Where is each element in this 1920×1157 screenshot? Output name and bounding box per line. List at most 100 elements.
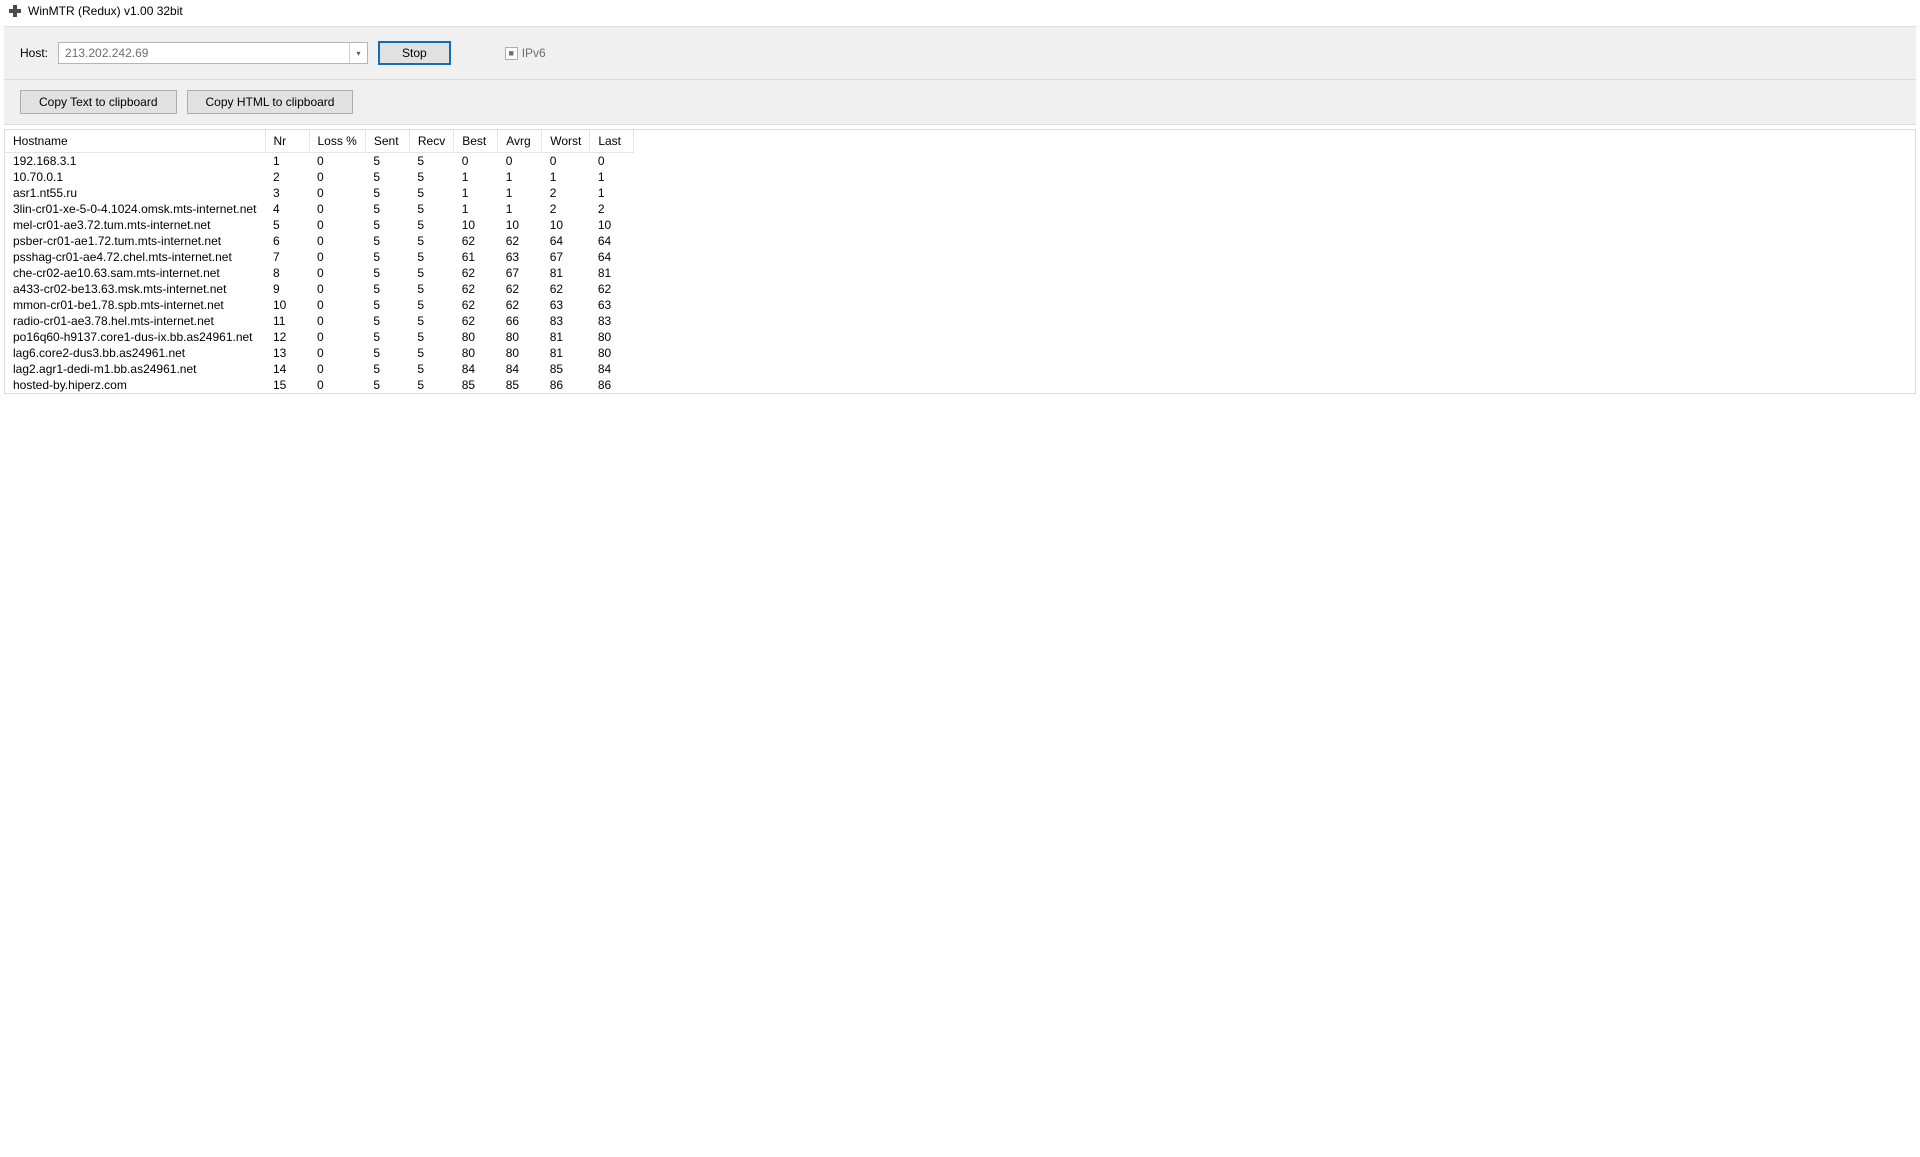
cell-last: 83 [590, 313, 634, 329]
cell-nr: 14 [265, 361, 309, 377]
col-last[interactable]: Last [590, 130, 634, 153]
table-row[interactable]: hosted-by.hiperz.com1505585858686 [5, 377, 634, 393]
cell-nr: 6 [265, 233, 309, 249]
table-row[interactable]: mmon-cr01-be1.78.spb.mts-internet.net100… [5, 297, 634, 313]
cell-last: 10 [590, 217, 634, 233]
cell-worst: 2 [542, 201, 590, 217]
cell-sent: 5 [365, 361, 409, 377]
cell-avrg: 62 [498, 281, 542, 297]
cell-worst: 86 [542, 377, 590, 393]
cell-last: 1 [590, 169, 634, 185]
col-recv[interactable]: Recv [409, 130, 453, 153]
cell-best: 62 [454, 265, 498, 281]
cell-best: 62 [454, 297, 498, 313]
cell-last: 86 [590, 377, 634, 393]
col-worst[interactable]: Worst [542, 130, 590, 153]
table-header-row: Hostname Nr Loss % Sent Recv Best Avrg W… [5, 130, 634, 153]
cell-avrg: 63 [498, 249, 542, 265]
cell-hostname: 3lin-cr01-xe-5-0-4.1024.omsk.mts-interne… [5, 201, 265, 217]
ipv6-checkbox[interactable]: ■ IPv6 [505, 46, 546, 60]
col-hostname[interactable]: Hostname [5, 130, 265, 153]
table-row[interactable]: 10.70.0.120551111 [5, 169, 634, 185]
cell-worst: 63 [542, 297, 590, 313]
cell-sent: 5 [365, 153, 409, 170]
cell-hostname: 10.70.0.1 [5, 169, 265, 185]
col-sent[interactable]: Sent [365, 130, 409, 153]
table-row[interactable]: lag6.core2-dus3.bb.as24961.net1305580808… [5, 345, 634, 361]
ipv6-label: IPv6 [522, 46, 546, 60]
stop-button[interactable]: Stop [378, 41, 451, 65]
table-row[interactable]: 3lin-cr01-xe-5-0-4.1024.omsk.mts-interne… [5, 201, 634, 217]
cell-hostname: radio-cr01-ae3.78.hel.mts-internet.net [5, 313, 265, 329]
cell-sent: 5 [365, 297, 409, 313]
cell-sent: 5 [365, 249, 409, 265]
chevron-down-icon[interactable]: ▾ [349, 43, 367, 63]
cell-worst: 1 [542, 169, 590, 185]
col-nr[interactable]: Nr [265, 130, 309, 153]
col-avrg[interactable]: Avrg [498, 130, 542, 153]
cell-recv: 5 [409, 249, 453, 265]
cell-recv: 5 [409, 281, 453, 297]
table-row[interactable]: psber-cr01-ae1.72.tum.mts-internet.net60… [5, 233, 634, 249]
cell-sent: 5 [365, 281, 409, 297]
cell-recv: 5 [409, 169, 453, 185]
copy-text-button[interactable]: Copy Text to clipboard [20, 90, 177, 114]
cell-worst: 64 [542, 233, 590, 249]
cell-hostname: lag2.agr1-dedi-m1.bb.as24961.net [5, 361, 265, 377]
table-row[interactable]: psshag-cr01-ae4.72.chel.mts-internet.net… [5, 249, 634, 265]
table-row[interactable]: asr1.nt55.ru30551121 [5, 185, 634, 201]
cell-best: 84 [454, 361, 498, 377]
cell-recv: 5 [409, 153, 453, 170]
cell-nr: 5 [265, 217, 309, 233]
cell-nr: 2 [265, 169, 309, 185]
cell-hostname: a433-cr02-be13.63.msk.mts-internet.net [5, 281, 265, 297]
title-bar: WinMTR (Redux) v1.00 32bit [0, 0, 1920, 22]
col-best[interactable]: Best [454, 130, 498, 153]
cell-avrg: 1 [498, 185, 542, 201]
table-row[interactable]: lag2.agr1-dedi-m1.bb.as24961.net14055848… [5, 361, 634, 377]
checkbox-icon[interactable]: ■ [505, 47, 518, 60]
cell-best: 1 [454, 169, 498, 185]
cell-avrg: 62 [498, 233, 542, 249]
cell-loss: 0 [309, 169, 365, 185]
cell-best: 80 [454, 329, 498, 345]
cell-loss: 0 [309, 265, 365, 281]
cell-worst: 85 [542, 361, 590, 377]
cell-hostname: psshag-cr01-ae4.72.chel.mts-internet.net [5, 249, 265, 265]
cell-worst: 62 [542, 281, 590, 297]
table-row[interactable]: a433-cr02-be13.63.msk.mts-internet.net90… [5, 281, 634, 297]
cell-nr: 13 [265, 345, 309, 361]
cell-loss: 0 [309, 329, 365, 345]
table-row[interactable]: 192.168.3.110550000 [5, 153, 634, 170]
cell-best: 1 [454, 185, 498, 201]
table-row[interactable]: po16q60-h9137.core1-dus-ix.bb.as24961.ne… [5, 329, 634, 345]
host-combobox[interactable]: ▾ [58, 42, 368, 64]
table-row[interactable]: che-cr02-ae10.63.sam.mts-internet.net805… [5, 265, 634, 281]
host-label: Host: [20, 46, 48, 60]
cell-best: 62 [454, 281, 498, 297]
cell-last: 64 [590, 233, 634, 249]
cell-last: 84 [590, 361, 634, 377]
host-input[interactable] [59, 43, 349, 63]
cell-avrg: 85 [498, 377, 542, 393]
cell-nr: 1 [265, 153, 309, 170]
cell-last: 2 [590, 201, 634, 217]
cell-avrg: 67 [498, 265, 542, 281]
cell-best: 1 [454, 201, 498, 217]
cell-best: 62 [454, 233, 498, 249]
toolbar: Host: ▾ Stop ■ IPv6 [4, 26, 1916, 80]
table-row[interactable]: radio-cr01-ae3.78.hel.mts-internet.net11… [5, 313, 634, 329]
col-loss[interactable]: Loss % [309, 130, 365, 153]
cell-hostname: mel-cr01-ae3.72.tum.mts-internet.net [5, 217, 265, 233]
cell-recv: 5 [409, 185, 453, 201]
cell-hostname: 192.168.3.1 [5, 153, 265, 170]
cell-best: 0 [454, 153, 498, 170]
table-row[interactable]: mel-cr01-ae3.72.tum.mts-internet.net5055… [5, 217, 634, 233]
cell-loss: 0 [309, 377, 365, 393]
cell-hostname: lag6.core2-dus3.bb.as24961.net [5, 345, 265, 361]
cell-loss: 0 [309, 313, 365, 329]
cell-loss: 0 [309, 217, 365, 233]
copy-html-button[interactable]: Copy HTML to clipboard [187, 90, 354, 114]
cell-last: 80 [590, 345, 634, 361]
cell-best: 61 [454, 249, 498, 265]
